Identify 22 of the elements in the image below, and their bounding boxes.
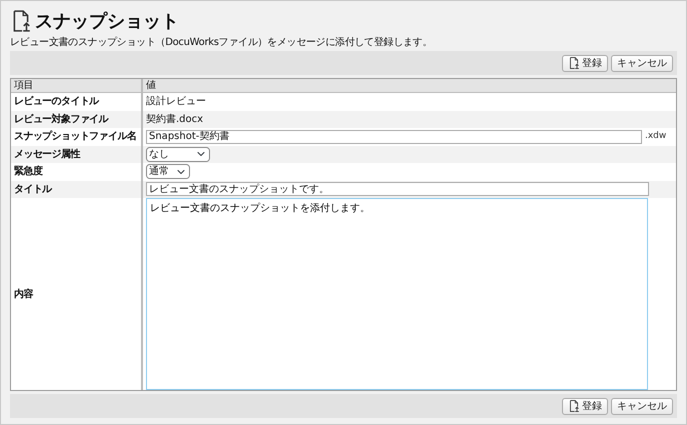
dropdown[interactable]: なし (146, 146, 210, 162)
description: レビュー文書のスナップショット（DocuWorksファイル）をメッセージに添付して登録します。 (10, 36, 434, 50)
cancel-button[interactable]: キャンセル (611, 54, 673, 72)
column-header: 値 (145, 79, 157, 92)
register-button[interactable]: 登録 (562, 54, 608, 72)
field-value: 契約書.docx (146, 112, 204, 127)
register-button[interactable]: 登録 (562, 398, 608, 414)
document-upload-icon (568, 57, 580, 69)
row-label: 内容 (11, 198, 143, 390)
cancel-button[interactable]: キャンセル (611, 398, 673, 414)
column-header: 項目 (11, 79, 143, 92)
row-label: タイトル (11, 180, 143, 198)
page-title: スナップショット (35, 10, 179, 34)
text-field[interactable]: レビュー文書のスナップショットです。 (146, 182, 649, 196)
row-label: メッセージ属性 (11, 146, 143, 163)
document-upload-icon (568, 400, 580, 412)
text-field[interactable]: Snapshot-契約書 (146, 130, 642, 144)
field-value: 設計レビュー (146, 94, 206, 110)
row-label: レビュー対象ファイル (11, 110, 143, 128)
dropdown[interactable]: 通常 (146, 164, 190, 180)
text-area[interactable]: レビュー文書のスナップショットを添付します。 (146, 198, 648, 390)
file-extension: .xdw (645, 130, 668, 143)
